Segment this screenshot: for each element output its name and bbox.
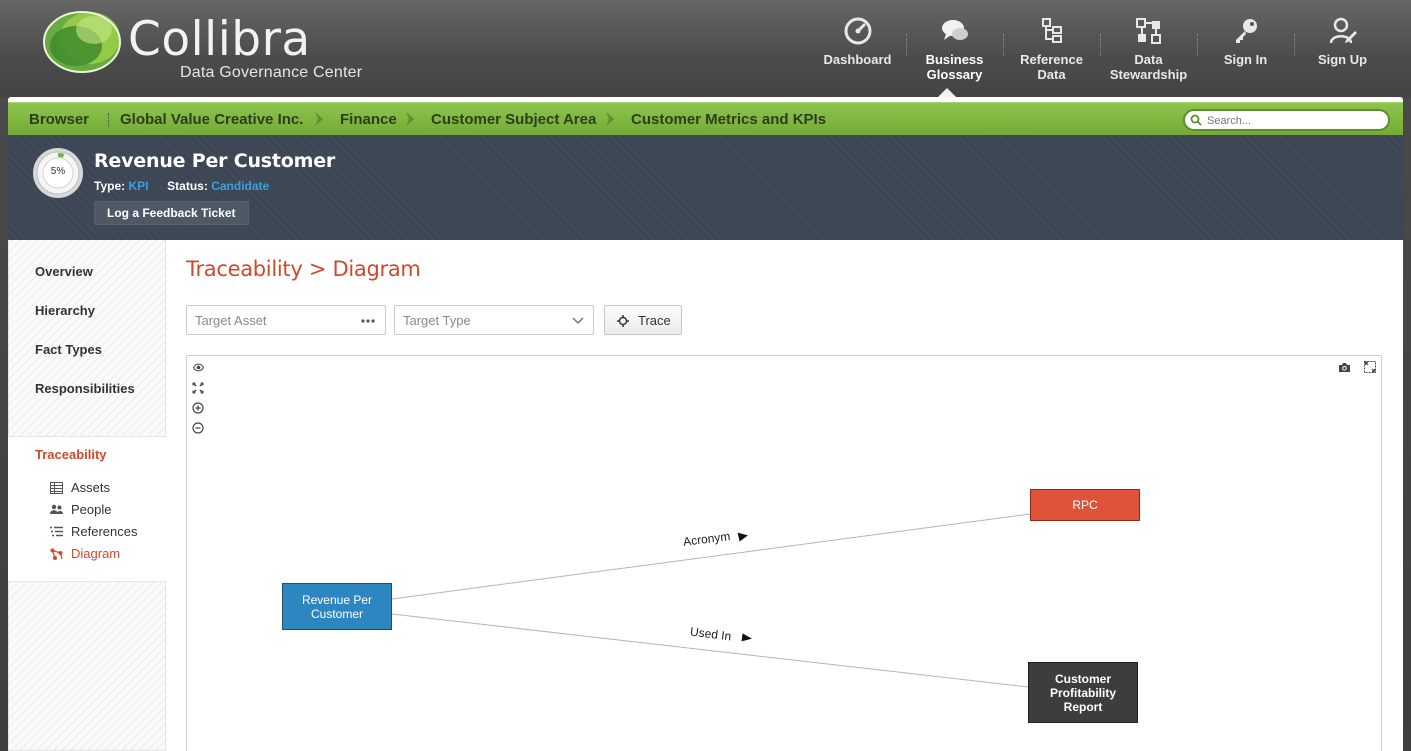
sidebar-item-hierarchy[interactable]: Hierarchy	[35, 303, 95, 318]
more-dots-icon[interactable]	[361, 319, 375, 323]
nav-label-line2: Glossary	[926, 67, 983, 82]
nav-sign-in[interactable]: Sign In	[1198, 12, 1293, 96]
type-value[interactable]: KPI	[128, 179, 148, 193]
edge-arrow-icon	[741, 633, 752, 642]
diagram-icon	[50, 548, 63, 560]
collibra-logo[interactable]: Collibra Data Governance Center	[42, 8, 372, 88]
nav-label: Sign Up	[1317, 52, 1368, 67]
node-label-line: Report	[1063, 699, 1103, 714]
edge-used-in[interactable]	[391, 613, 1029, 688]
breadcrumb: Browser Global Value Creative Inc. Finan…	[8, 102, 1403, 135]
chevron-right-icon	[606, 112, 614, 126]
sub-item-label: References	[71, 524, 138, 539]
nav-data-stewardship[interactable]: Data Stewardship	[1101, 12, 1196, 96]
list-icon	[50, 526, 63, 537]
edge-arrow-icon	[737, 532, 748, 542]
top-header: Collibra Data Governance Center Dashboar…	[0, 0, 1411, 97]
node-label-line: Profitability	[1049, 685, 1116, 700]
nav-business-glossary[interactable]: Business Glossary	[907, 12, 1002, 96]
speech-bubbles-icon	[941, 20, 968, 40]
status-value[interactable]: Candidate	[211, 179, 269, 193]
nav-label-line2: Stewardship	[1109, 67, 1188, 82]
node-label: Customer Profitability Report	[1050, 672, 1116, 714]
key-icon	[1235, 19, 1257, 43]
crosshair-icon	[617, 315, 629, 327]
asset-meta: Type: KPI Status: Candidate	[94, 179, 269, 193]
completion-percent: 5%	[50, 166, 66, 177]
node-customer-profitability-report[interactable]: Customer Profitability Report	[1028, 662, 1138, 723]
sub-item-label: Assets	[71, 480, 111, 495]
nav-label: Sign In	[1223, 52, 1268, 67]
sidebar: Overview Hierarchy Fact Types Responsibi…	[8, 240, 166, 751]
nav-label-line2: Data	[1037, 67, 1066, 82]
breadcrumb-global-value-creative[interactable]: Global Value Creative Inc.	[120, 103, 303, 136]
node-rpc[interactable]: RPC	[1030, 489, 1140, 521]
reference-tree-icon	[1041, 18, 1062, 43]
sidebar-item-fact-types[interactable]: Fact Types	[35, 342, 102, 357]
node-label: Revenue Per Customer	[302, 593, 372, 621]
node-label-line: Customer	[310, 606, 363, 621]
dashboard-gauge-icon	[844, 17, 871, 45]
node-label-line: Customer	[1054, 671, 1111, 686]
edge-acronym[interactable]	[391, 513, 1031, 600]
diagram-edges	[391, 513, 1031, 688]
target-asset-field[interactable]: Target Asset	[186, 305, 386, 335]
target-asset-placeholder: Target Asset	[195, 313, 267, 328]
breadcrumb-customer-metrics[interactable]: Customer Metrics and KPIs	[631, 103, 826, 136]
node-label: RPC	[1072, 498, 1098, 512]
node-revenue-per-customer[interactable]: Revenue Per Customer	[282, 583, 392, 630]
breadcrumb-customer-subject-area[interactable]: Customer Subject Area	[431, 103, 596, 136]
trace-button[interactable]: Trace	[604, 305, 682, 335]
nav-label: Reference	[1020, 52, 1083, 67]
sub-item-label: People	[71, 502, 112, 517]
asset-header: 5% Revenue Per Customer Type: KPI Status…	[8, 135, 1403, 240]
nav-label: Data	[1134, 52, 1163, 67]
target-type-placeholder: Target Type	[403, 313, 471, 328]
sidebar-item-traceability[interactable]: Traceability	[35, 447, 107, 462]
sidebar-section-bottom	[8, 581, 166, 751]
nav-label: Business	[925, 52, 984, 67]
sub-item-label: Diagram	[71, 546, 121, 561]
status-label: Status:	[167, 179, 208, 193]
table-icon	[50, 482, 63, 494]
trace-button-label: Trace	[638, 313, 671, 328]
people-icon	[50, 504, 63, 514]
log-feedback-ticket-button[interactable]: Log a Feedback Ticket	[94, 201, 249, 225]
nav-label: Dashboard	[823, 52, 892, 67]
chevron-down-icon	[572, 317, 584, 325]
search-box	[1183, 109, 1390, 131]
brand-subtitle: Data Governance Center	[180, 64, 363, 81]
chevron-right-icon	[315, 112, 323, 126]
sidebar-item-responsibilities[interactable]: Responsibilities	[35, 381, 135, 396]
traceability-diagram[interactable]: Acronym Used In Revenue Per Customer RPC…	[186, 355, 1382, 751]
search-icon[interactable]	[1190, 114, 1202, 126]
chevron-right-icon	[406, 112, 414, 126]
nav-sign-up[interactable]: Sign Up	[1295, 12, 1390, 96]
stewardship-icon	[1135, 18, 1161, 44]
breadcrumb-finance[interactable]: Finance	[340, 103, 397, 136]
user-pen-icon	[1329, 17, 1357, 44]
brand-name: Collibra	[128, 12, 311, 67]
collibra-logo-mark-icon	[43, 11, 121, 73]
type-label: Type:	[94, 179, 126, 193]
sidebar-item-overview[interactable]: Overview	[35, 264, 93, 279]
breadcrumb-browser[interactable]: Browser	[29, 103, 89, 136]
page-title: Traceability > Diagram	[186, 257, 421, 281]
nav-reference-data[interactable]: Reference Data	[1004, 12, 1099, 96]
active-nav-indicator	[938, 88, 956, 97]
main-panel: Browser Global Value Creative Inc. Finan…	[8, 97, 1403, 751]
asset-title: Revenue Per Customer	[94, 150, 336, 172]
breadcrumb-divider	[108, 113, 109, 127]
search-input[interactable]	[1207, 112, 1382, 129]
target-type-select[interactable]: Target Type	[394, 305, 594, 335]
nav-dashboard[interactable]: Dashboard	[810, 12, 905, 96]
node-label-line: Revenue Per	[301, 592, 373, 607]
